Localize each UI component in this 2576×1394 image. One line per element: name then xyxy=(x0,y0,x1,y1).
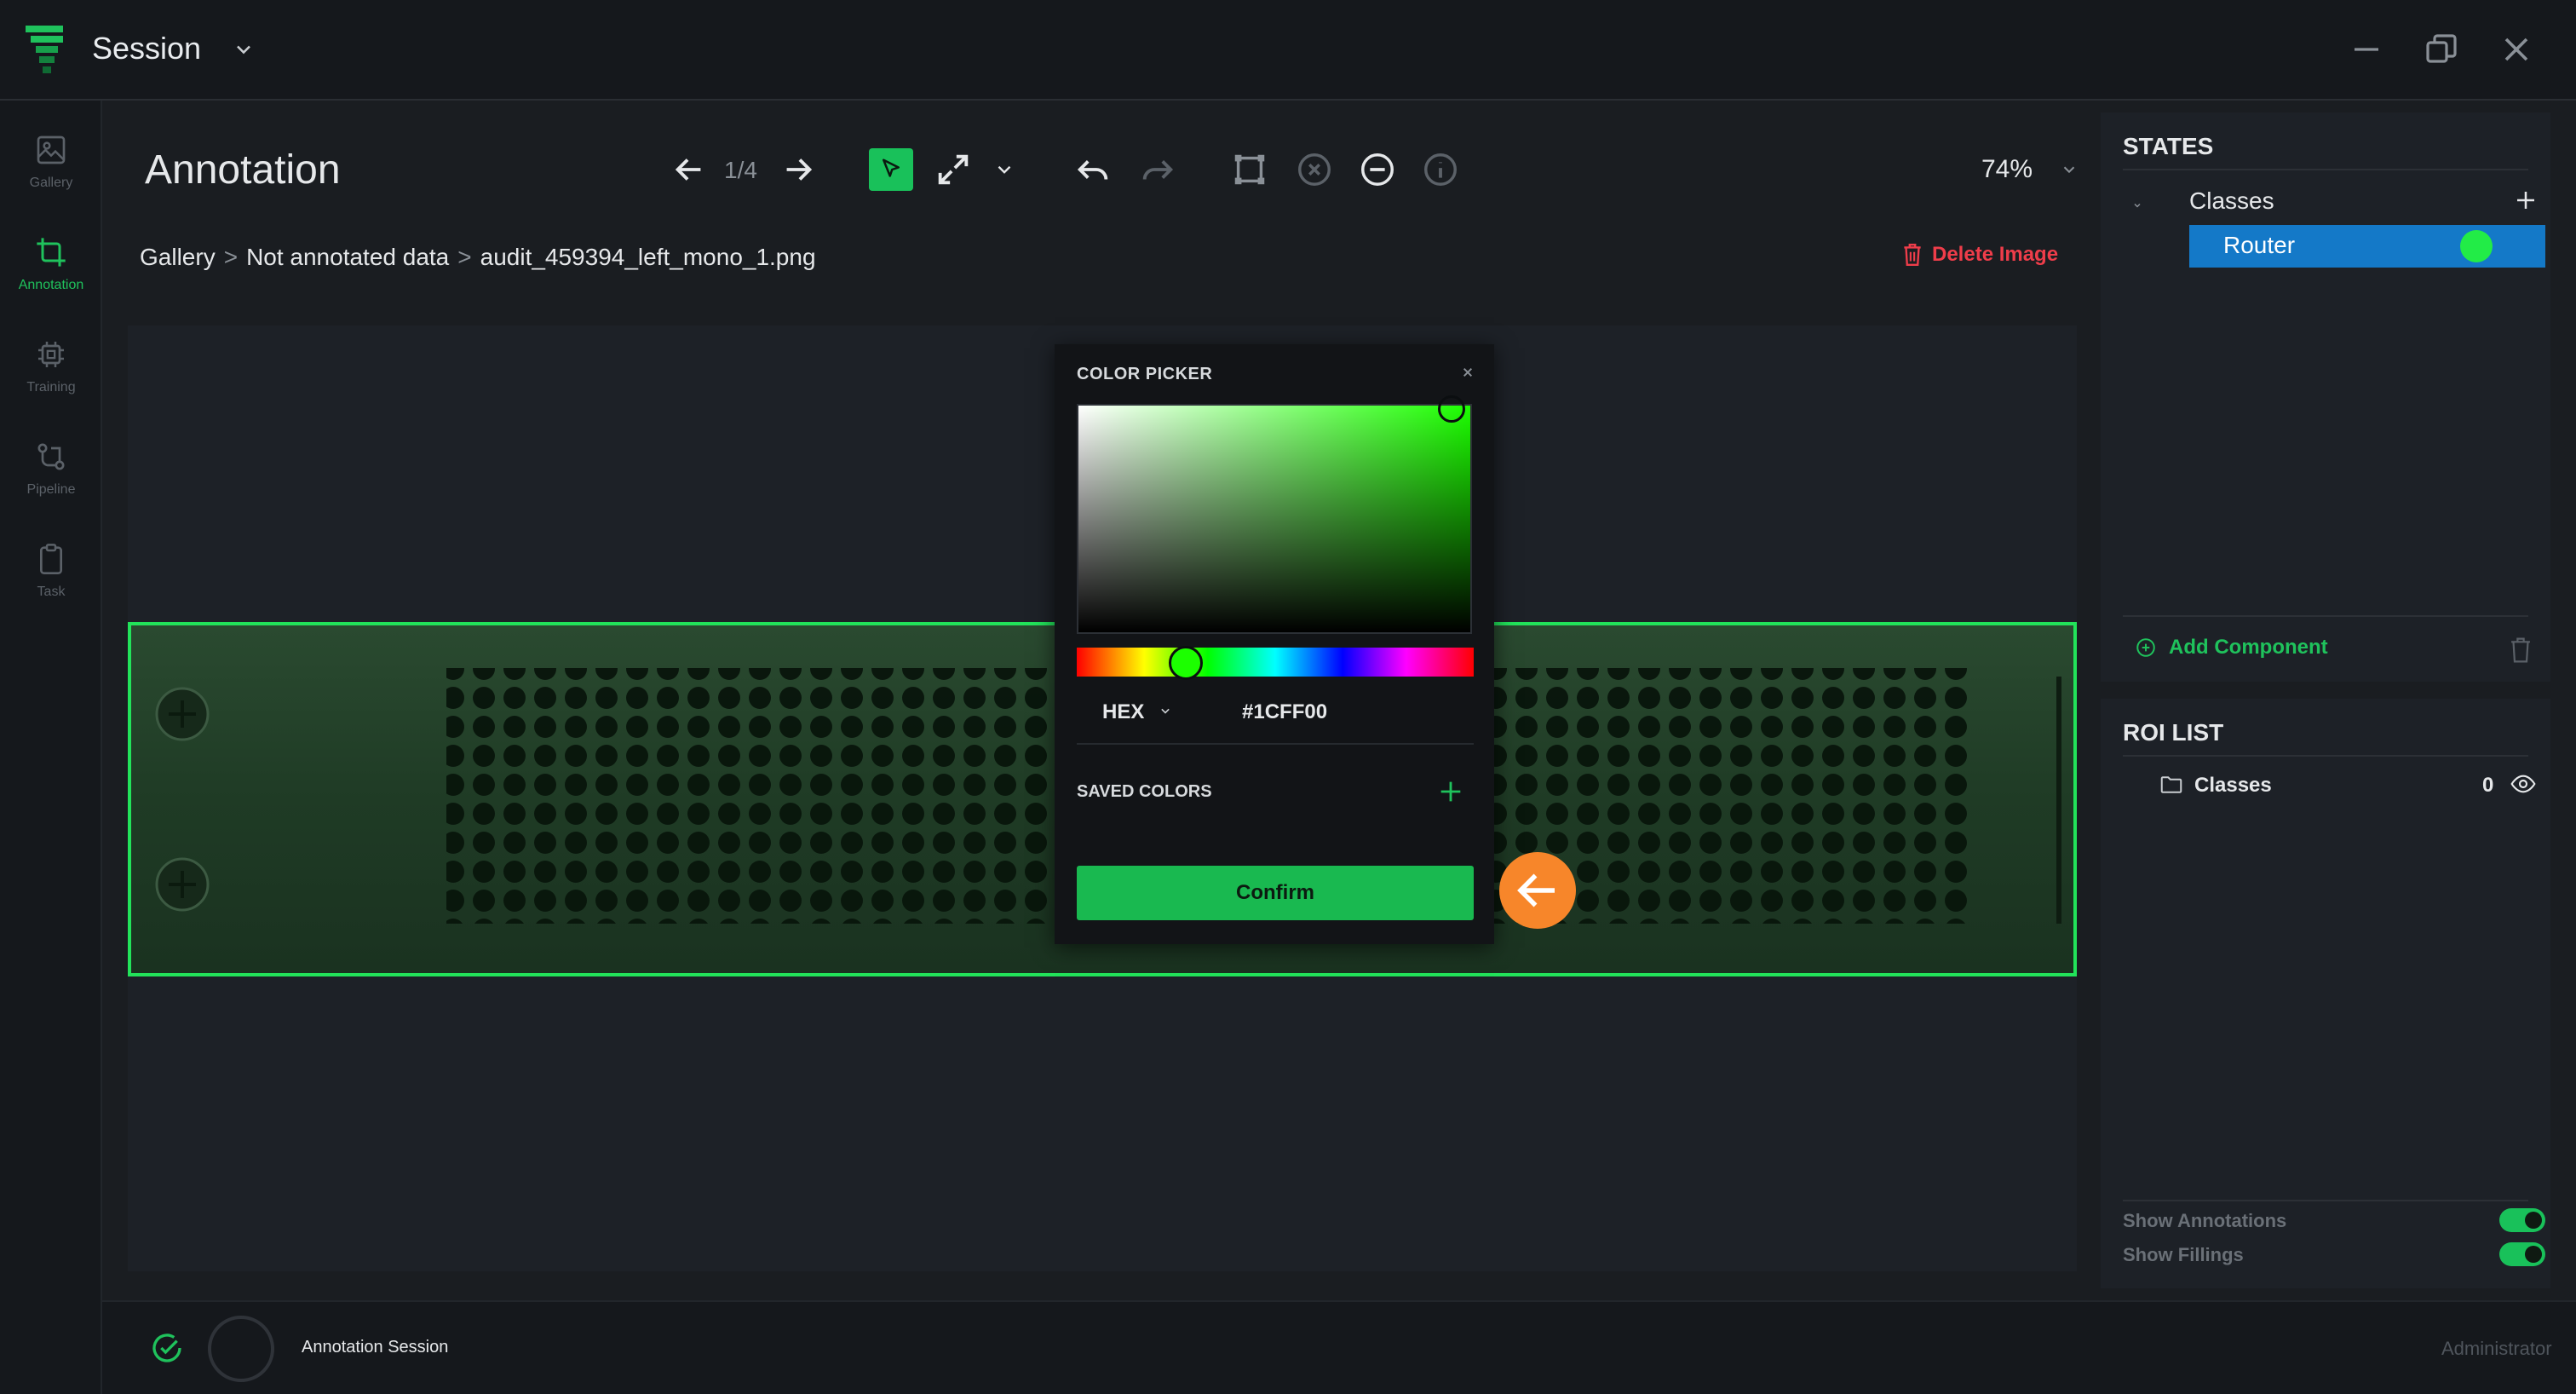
prev-image-icon[interactable] xyxy=(670,150,709,189)
plus-icon[interactable] xyxy=(1436,777,1465,806)
title-bar: Session xyxy=(0,0,2576,101)
states-panel: STATES Classes Router Add Component xyxy=(2101,112,2550,682)
progress-ring xyxy=(208,1316,274,1382)
zoom-level[interactable]: 74% xyxy=(1981,155,2033,184)
nav-gallery[interactable]: Gallery xyxy=(0,123,102,216)
nav-annotation[interactable]: Annotation xyxy=(0,225,102,319)
expand-icon[interactable] xyxy=(934,150,973,189)
eye-icon[interactable] xyxy=(2510,770,2537,798)
app-logo-icon xyxy=(26,26,63,73)
close-icon[interactable] xyxy=(2496,29,2537,70)
add-component-label: Add Component xyxy=(2169,636,2328,659)
saved-colors-label: SAVED COLORS xyxy=(1077,782,1212,801)
roi-list-title: ROI LIST xyxy=(2123,719,2224,746)
divider xyxy=(2123,755,2528,757)
color-picker-title: COLOR PICKER xyxy=(1077,365,1213,383)
chevron-down-icon[interactable] xyxy=(232,37,256,61)
chevron-down-icon[interactable] xyxy=(2060,160,2079,179)
bounding-box-icon[interactable] xyxy=(1230,150,1269,189)
classes-group-label[interactable]: Classes xyxy=(2189,187,2274,215)
redo-icon[interactable] xyxy=(1138,150,1177,189)
chevron-down-icon[interactable] xyxy=(2130,198,2145,213)
clipboard-icon xyxy=(40,544,62,574)
folder-icon xyxy=(2160,776,2182,793)
confirm-button[interactable]: Confirm xyxy=(1077,866,1474,920)
add-component-button[interactable]: Add Component xyxy=(2135,636,2328,660)
hue-slider[interactable] xyxy=(1077,648,1474,677)
session-title[interactable]: Session xyxy=(92,31,201,66)
chevron-down-icon[interactable] xyxy=(993,158,1015,181)
check-circle-icon xyxy=(152,1334,181,1362)
delete-image-label: Delete Image xyxy=(1932,243,2059,266)
left-nav-rail: Gallery Annotation Training Pipeline Tas… xyxy=(0,101,102,1394)
breadcrumb-item-folder[interactable]: Not annotated data xyxy=(246,244,449,270)
divider xyxy=(1077,743,1474,745)
pipeline-icon xyxy=(37,443,65,470)
saturation-handle[interactable] xyxy=(1438,395,1465,423)
hex-input[interactable]: #1CFF00 xyxy=(1242,700,1327,724)
next-image-icon[interactable] xyxy=(779,150,818,189)
nav-label: Pipeline xyxy=(26,482,76,497)
divider xyxy=(2123,615,2528,617)
crop-icon xyxy=(37,238,66,267)
saturation-value-area[interactable] xyxy=(1077,404,1472,634)
nav-label: Gallery xyxy=(29,176,73,190)
clear-circle-icon[interactable] xyxy=(1295,150,1334,189)
show-fillings-label: Show Fillings xyxy=(2123,1244,2244,1265)
cursor-indicator xyxy=(1499,852,1576,929)
show-annotations-label: Show Annotations xyxy=(2123,1210,2287,1231)
roi-group-label[interactable]: Classes xyxy=(2194,774,2272,798)
trash-icon xyxy=(1904,244,1921,266)
status-bar: Annotation Session Administrator xyxy=(102,1300,2576,1394)
roi-list-panel: ROI LIST Classes 0 Show Annotations Show… xyxy=(2101,699,2550,1288)
trash-icon[interactable] xyxy=(2506,636,2535,665)
show-fillings-toggle[interactable] xyxy=(2499,1242,2545,1266)
image-counter: 1/4 xyxy=(724,157,757,183)
divider xyxy=(2123,169,2528,170)
restore-icon[interactable] xyxy=(2421,29,2462,70)
pointer-icon xyxy=(883,158,900,177)
breadcrumb-separator: > xyxy=(223,244,239,270)
undo-icon[interactable] xyxy=(1073,150,1113,189)
arrow-left-icon xyxy=(1517,873,1555,907)
nav-task[interactable]: Task xyxy=(0,532,102,625)
page-title: Annotation xyxy=(145,147,341,193)
select-tool-button[interactable] xyxy=(869,148,913,191)
breadcrumb: Gallery > Not annotated data > audit_459394_… xyxy=(140,244,816,271)
plus-circle-icon xyxy=(2136,638,2155,657)
nav-training[interactable]: Training xyxy=(0,327,102,421)
nav-pipeline[interactable]: Pipeline xyxy=(0,429,102,523)
close-icon[interactable] xyxy=(1457,361,1479,383)
breadcrumb-item-gallery[interactable]: Gallery xyxy=(140,244,216,270)
nav-label: Task xyxy=(37,585,66,599)
divider xyxy=(2123,1200,2528,1201)
color-format-select[interactable]: HEX xyxy=(1102,700,1144,724)
hue-handle[interactable] xyxy=(1169,646,1203,680)
breadcrumb-separator: > xyxy=(457,244,472,270)
show-annotations-toggle[interactable] xyxy=(2499,1208,2545,1232)
delete-image-button[interactable]: Delete Image xyxy=(1901,242,2058,268)
nav-label: Training xyxy=(26,380,76,395)
chip-icon xyxy=(38,342,64,367)
class-item-router[interactable]: Router xyxy=(2189,225,2545,268)
states-title: STATES xyxy=(2123,133,2214,159)
class-color-swatch[interactable] xyxy=(2460,230,2493,262)
plus-icon[interactable] xyxy=(2513,187,2539,213)
minimize-icon[interactable] xyxy=(2346,29,2387,70)
class-label: Router xyxy=(2223,232,2296,258)
roi-count: 0 xyxy=(2482,774,2494,797)
session-status-text: Annotation Session xyxy=(302,1338,449,1357)
breadcrumb-item-file: audit_459394_left_mono_1.png xyxy=(480,244,816,270)
user-role: Administrator xyxy=(2441,1338,2552,1359)
info-icon[interactable] xyxy=(1421,150,1460,189)
color-picker-dialog: COLOR PICKER HEX #1CFF00 SAVED COLORS Co… xyxy=(1055,344,1494,944)
minus-circle-icon[interactable] xyxy=(1358,150,1397,189)
nav-label: Annotation xyxy=(18,278,84,292)
chevron-down-icon[interactable] xyxy=(1157,702,1174,719)
image-icon xyxy=(37,135,66,164)
